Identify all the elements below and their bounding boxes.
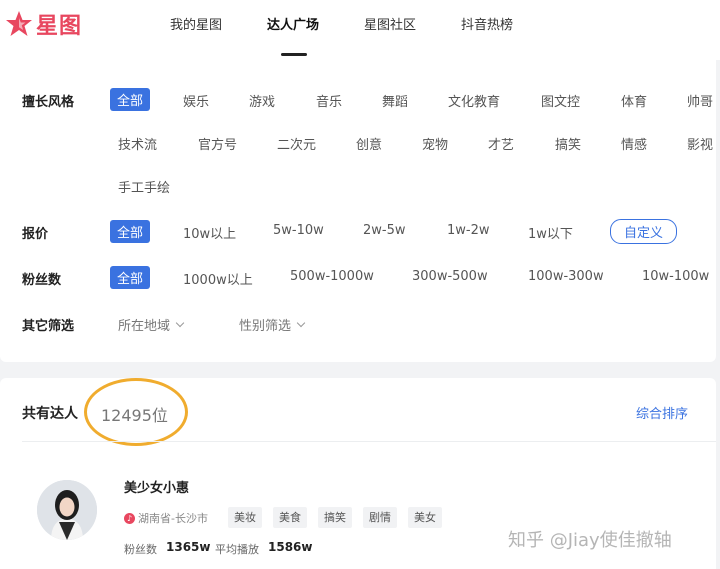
style-option[interactable]: 官方号 (198, 134, 237, 153)
fans-option[interactable]: 500w-1000w (290, 269, 374, 284)
gender-dropdown-label: 性别筛选 (239, 319, 292, 334)
fans-option[interactable]: 1000w以上 (183, 269, 253, 288)
star-logo-icon (6, 11, 32, 36)
fans-option[interactable]: 100w-300w (528, 269, 604, 284)
style-filter-label: 擅长风格 (22, 95, 75, 110)
style-option[interactable]: 体育 (621, 91, 647, 110)
filter-panel: 擅长风格 全部 娱乐 游戏 音乐 舞蹈 文化教育 图文控 体育 帅哥 技术流 官… (0, 60, 716, 362)
highlight-circle-annotation (84, 378, 188, 446)
play-stat-label: 平均播放 (215, 543, 259, 556)
logo[interactable]: 星图 (4, 8, 82, 40)
kol-tag: 搞笑 (318, 507, 352, 528)
style-option[interactable]: 文化教育 (448, 91, 500, 110)
style-option[interactable]: 舞蹈 (382, 91, 408, 110)
style-option[interactable]: 娱乐 (183, 91, 209, 110)
region-dropdown-label: 所在地域 (118, 319, 171, 334)
kol-tag: 美食 (273, 507, 307, 528)
kol-tag: 美女 (408, 507, 442, 528)
price-option[interactable]: 1w-2w (447, 223, 490, 238)
style-option-all[interactable]: 全部 (110, 88, 151, 111)
kol-name[interactable]: 美少女小惠 (124, 477, 189, 496)
style-option[interactable]: 技术流 (118, 134, 157, 153)
style-option[interactable]: 搞笑 (555, 134, 581, 153)
chevron-down-icon (175, 318, 185, 327)
style-option[interactable]: 游戏 (249, 91, 275, 110)
logo-text: 星图 (36, 14, 83, 39)
fans-stat-value: 1365w (166, 540, 211, 554)
region-dropdown[interactable]: 所在地域 (118, 315, 185, 334)
fans-stat-label: 粉丝数 (124, 543, 157, 556)
custom-price-button[interactable]: 自定义 (610, 219, 678, 244)
other-filter-label: 其它筛选 (22, 319, 75, 334)
nav-tab-douyin-hot[interactable]: 抖音热榜 (461, 14, 513, 33)
gender-dropdown[interactable]: 性别筛选 (239, 315, 306, 334)
price-option[interactable]: 5w-10w (273, 223, 324, 238)
fans-option[interactable]: 300w-500w (412, 269, 488, 284)
top-header: 星图 我的星图 达人广场 星图社区 抖音热榜 (0, 0, 720, 60)
style-option[interactable]: 创意 (356, 134, 382, 153)
price-option[interactable]: 1w以下 (528, 223, 573, 242)
style-option[interactable]: 手工手绘 (118, 177, 170, 196)
style-option[interactable]: 才艺 (488, 134, 514, 153)
chevron-down-icon (296, 318, 306, 327)
style-option[interactable]: 图文控 (541, 91, 580, 110)
style-option[interactable]: 音乐 (316, 91, 342, 110)
avatar[interactable] (37, 480, 97, 540)
fans-filter-label: 粉丝数 (22, 273, 62, 288)
style-option[interactable]: 帅哥 (687, 91, 713, 110)
watermark: 知乎 @Jiay使佳撤轴 (508, 530, 672, 551)
price-option[interactable]: 10w以上 (183, 223, 236, 242)
divider (22, 441, 716, 442)
sort-button[interactable]: 综合排序 (636, 403, 688, 422)
active-tab-indicator (281, 53, 307, 56)
kol-tag: 美妆 (228, 507, 262, 528)
avatar-portrait-icon (37, 480, 97, 540)
kol-tag: 剧情 (363, 507, 397, 528)
style-option[interactable]: 二次元 (277, 134, 316, 153)
style-option[interactable]: 宠物 (422, 134, 448, 153)
fans-option[interactable]: 10w-100w (642, 269, 709, 284)
kol-location-text: 湖南省-长沙市 (138, 512, 208, 525)
price-option[interactable]: 2w-5w (363, 223, 406, 238)
total-label: 共有达人 (22, 406, 78, 422)
style-option[interactable]: 影视 (687, 134, 713, 153)
price-filter-label: 报价 (22, 227, 49, 242)
fans-option-all[interactable]: 全部 (110, 266, 151, 289)
kol-location: ♪ 湖南省-长沙市 (124, 510, 208, 526)
price-option-all[interactable]: 全部 (110, 220, 151, 243)
nav-tab-kol-square[interactable]: 达人广场 (267, 14, 319, 33)
style-option[interactable]: 情感 (621, 134, 647, 153)
nav-tab-community[interactable]: 星图社区 (364, 14, 416, 33)
nav-tab-my-xingtu[interactable]: 我的星图 (170, 14, 222, 33)
play-stat-value: 1586w (268, 540, 313, 554)
douyin-icon: ♪ (124, 512, 135, 524)
